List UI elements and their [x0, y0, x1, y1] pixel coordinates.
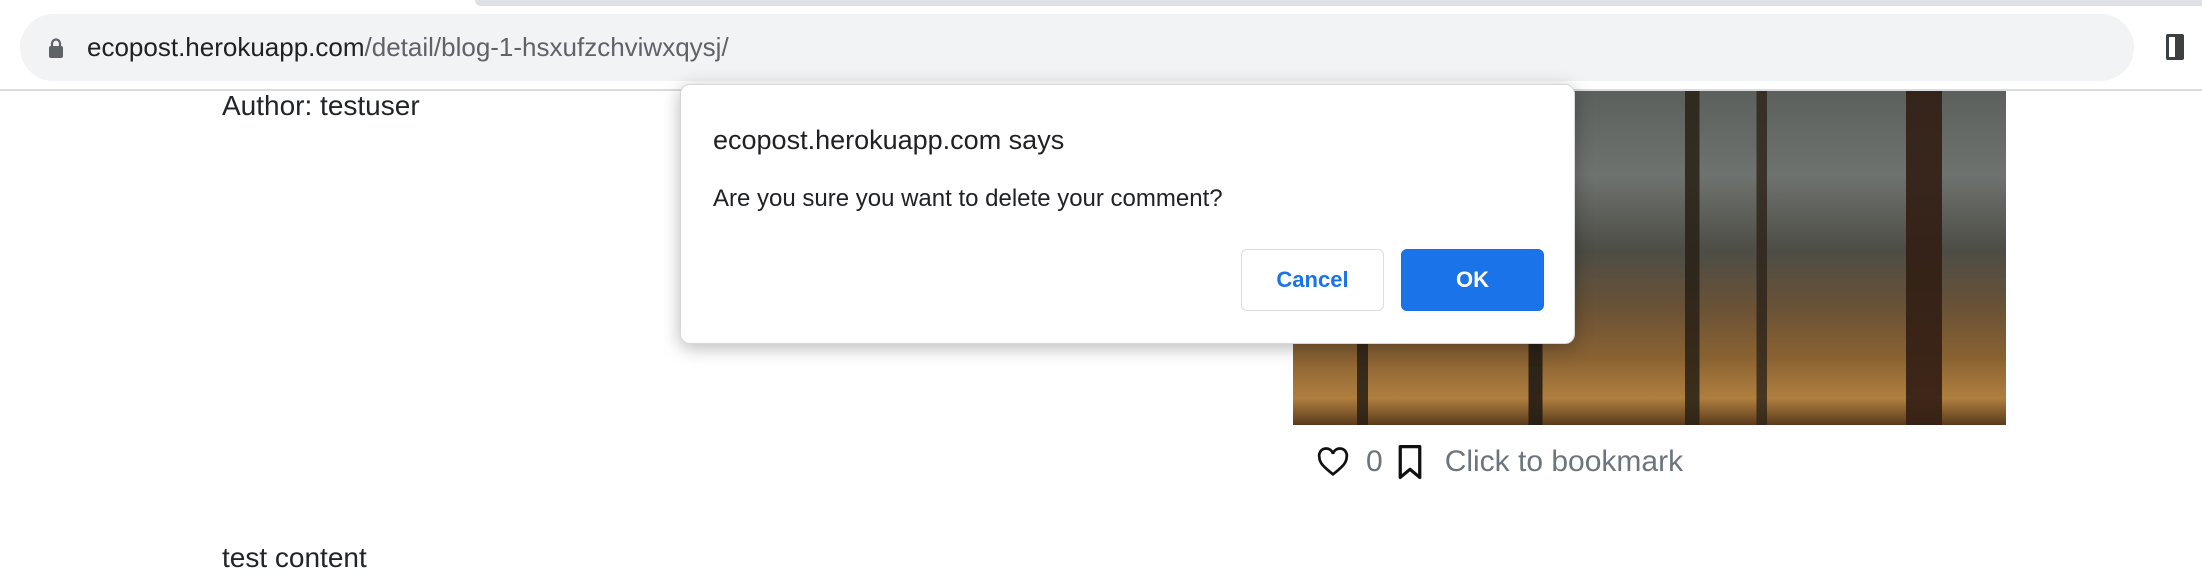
post-content: test content: [222, 542, 367, 573]
url-host: ecopost.herokuapp.com: [87, 32, 365, 62]
heart-icon[interactable]: [1316, 447, 1350, 477]
post-actions: 0 Click to bookmark: [1316, 440, 1683, 484]
cancel-button[interactable]: Cancel: [1241, 249, 1384, 311]
url-text[interactable]: ecopost.herokuapp.com/detail/blog-1-hsxu…: [87, 32, 729, 63]
like-count: 0: [1366, 445, 1383, 478]
bookmark-link[interactable]: Click to bookmark: [1445, 445, 1683, 479]
url-path: /detail/blog-1-hsxufzchviwxqysj/: [364, 32, 729, 62]
dialog-title: ecopost.herokuapp.com says: [713, 125, 1065, 155]
tab-strip: [475, 0, 2202, 6]
lock-icon[interactable]: [48, 38, 64, 58]
dialog-message: Are you sure you want to delete your com…: [713, 185, 1223, 212]
confirm-dialog: ecopost.herokuapp.com says Are you sure …: [680, 84, 1575, 344]
ok-button[interactable]: OK: [1401, 249, 1544, 311]
side-panel-icon[interactable]: [2166, 34, 2184, 60]
bookmark-icon[interactable]: [1397, 444, 1423, 480]
post-author: Author: testuser: [222, 90, 420, 121]
